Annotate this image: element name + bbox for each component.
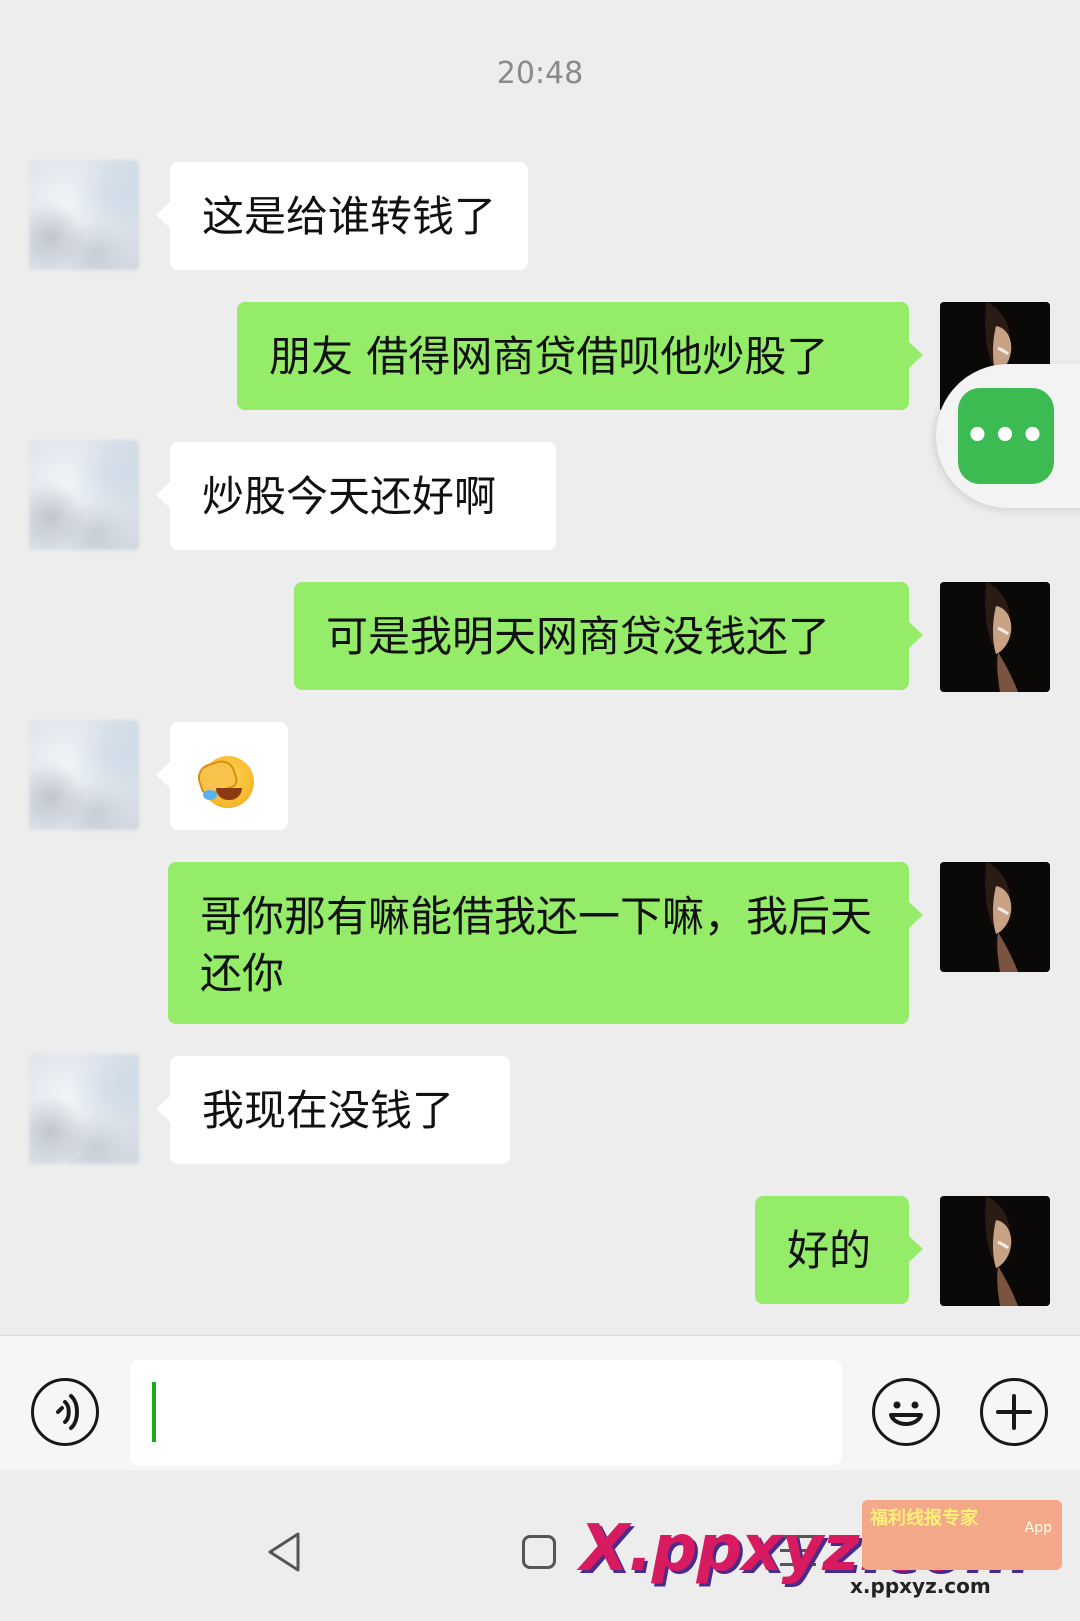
portrait-image <box>940 1196 1050 1306</box>
message-input[interactable] <box>130 1360 842 1465</box>
message-timestamp: 20:48 <box>496 56 584 91</box>
message-text: 好的 <box>787 1226 872 1275</box>
plus-icon[interactable] <box>980 1378 1048 1446</box>
outgoing-message-bubble[interactable]: 朋友 借得网商贷借呗他炒股了 <box>237 302 923 410</box>
contact-avatar[interactable] <box>29 160 139 270</box>
outgoing-message-bubble[interactable]: 可是我明天网商贷没钱还了 <box>294 582 923 690</box>
message-text: 这是给谁转钱了 <box>202 192 497 241</box>
face-palm-crying-emoji <box>194 755 254 808</box>
portrait-image <box>940 582 1050 692</box>
outgoing-message-bubble[interactable]: 哥你那有嘛能借我还一下嘛，我后天还你 <box>168 862 923 1024</box>
contact-avatar[interactable] <box>29 440 139 550</box>
home-square-icon[interactable] <box>522 1535 556 1569</box>
more-button[interactable]: ••• <box>958 388 1054 484</box>
self-avatar[interactable] <box>940 862 1050 972</box>
text-cursor <box>152 1382 156 1442</box>
self-avatar[interactable] <box>940 1196 1050 1306</box>
voice-icon[interactable] <box>31 1378 99 1446</box>
message-text: 可是我明天网商贷没钱还了 <box>326 612 831 661</box>
incoming-message-bubble[interactable]: 这是给谁转钱了 <box>155 162 529 270</box>
watermark-url: x.ppxyz.com <box>850 1574 991 1598</box>
message-text: 我现在没钱了 <box>202 1086 455 1135</box>
outgoing-message-bubble[interactable]: 好的 <box>755 1196 923 1304</box>
floating-menu[interactable]: ••• <box>936 364 1080 508</box>
message-text: 朋友 借得网商贷借呗他炒股了 <box>269 332 829 381</box>
incoming-message-bubble[interactable]: 炒股今天还好啊 <box>156 442 556 550</box>
self-avatar[interactable] <box>940 582 1050 692</box>
incoming-message-bubble[interactable] <box>156 722 288 830</box>
portrait-image <box>940 862 1050 972</box>
watermark-badge-sub: App <box>1024 1520 1052 1536</box>
back-triangle-icon[interactable] <box>264 1530 304 1574</box>
watermark-badge: 福利线报专家 App <box>862 1500 1062 1570</box>
contact-avatar[interactable] <box>29 720 139 830</box>
message-text: 哥你那有嘛能借我还一下嘛，我后天还你 <box>200 892 873 998</box>
watermark-badge-title: 福利线报专家 <box>870 1508 978 1529</box>
smiley-icon[interactable] <box>872 1378 940 1446</box>
message-text: 炒股今天还好啊 <box>202 472 497 521</box>
contact-avatar[interactable] <box>29 1054 139 1164</box>
incoming-message-bubble[interactable]: 我现在没钱了 <box>156 1056 510 1164</box>
